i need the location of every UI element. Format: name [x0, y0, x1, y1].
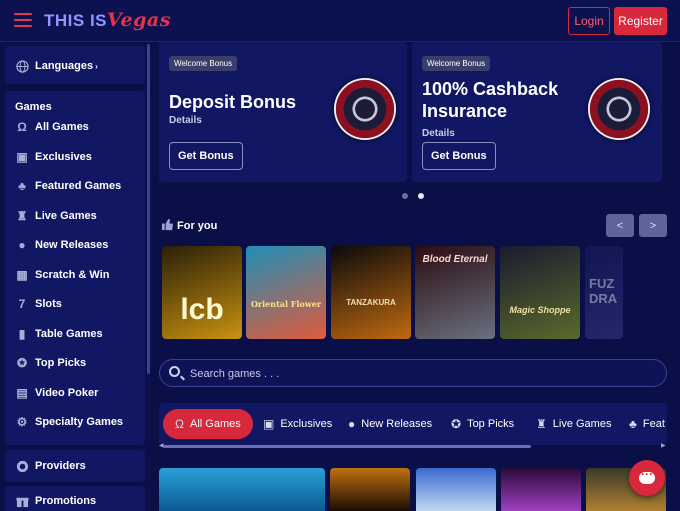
- sidebar-item-table-games[interactable]: ▮ Table Games: [15, 324, 103, 344]
- medal-icon: ✪: [451, 417, 462, 431]
- menu-icon[interactable]: [14, 13, 32, 27]
- carousel-next-button[interactable]: >: [639, 214, 667, 237]
- languages-selector[interactable]: Languages ›: [15, 56, 98, 76]
- sidebar-item-top-picks[interactable]: ✪ Top Picks: [15, 353, 86, 373]
- sidebar-item-live-games[interactable]: ♜ Live Games: [15, 206, 97, 226]
- thumbs-up-icon: [161, 218, 174, 234]
- gift-icon: [15, 494, 29, 508]
- game-thumbnail[interactable]: Magic Shoppe: [500, 246, 580, 339]
- sidebar-item-promotions[interactable]: Promotions: [15, 491, 96, 511]
- exclusive-icon: ▣: [263, 417, 275, 431]
- live-dealer-icon: ♜: [536, 417, 547, 431]
- category-tab-all-games[interactable]: Ω All Games: [163, 409, 253, 439]
- games-heading: Games: [15, 101, 52, 113]
- medal-icon: ✪: [16, 356, 28, 370]
- live-chat-button[interactable]: [629, 460, 665, 496]
- category-tab-top-picks[interactable]: ✪ Top Picks: [451, 409, 514, 439]
- chat-icon: [639, 467, 655, 484]
- login-button[interactable]: Login: [568, 7, 610, 35]
- category-tabs: Ω All Games ▣ Exclusives ● New Releases ✪ Top P…: [159, 403, 667, 445]
- sidebar-item-specialty-games[interactable]: ⚙ Specialty Games: [15, 412, 123, 432]
- for-you-heading: For you: [177, 220, 218, 232]
- table-games-icon: ▮: [18, 326, 26, 341]
- search-icon: [169, 366, 180, 377]
- clover-icon: ♣: [629, 417, 637, 431]
- category-tab-live-games[interactable]: ♜ Live Games: [536, 409, 611, 439]
- live-dealer-icon: ♜: [16, 208, 28, 223]
- game-thumbnail[interactable]: lcb: [162, 246, 242, 339]
- category-tab-exclusives[interactable]: ▣ Exclusives: [263, 409, 332, 439]
- carousel-dot-2[interactable]: [418, 193, 424, 199]
- scratch-card-icon: ▦: [16, 267, 28, 282]
- sidebar: Languages › Games Ω All Games ▣ Exclusives ♣…: [0, 42, 152, 511]
- game-thumbnail[interactable]: [501, 468, 581, 511]
- scroll-right-icon[interactable]: ▶: [661, 442, 666, 449]
- category-scrollbar[interactable]: [163, 445, 531, 448]
- category-tab-new-releases[interactable]: ● New Releases: [348, 409, 432, 439]
- register-button[interactable]: Register: [614, 7, 667, 35]
- gear-icon: ⚙: [16, 415, 28, 429]
- welcome-bonus-tag: Welcome Bonus: [169, 56, 238, 71]
- game-thumbnail[interactable]: Oriental Flower: [246, 246, 326, 339]
- games-panel: Games Ω All Games ▣ Exclusives ♣ Featured Gam…: [5, 91, 145, 445]
- welcome-bonus-tag: Welcome Bonus: [422, 56, 491, 71]
- game-title: Oriental Flower: [250, 299, 322, 309]
- banner-details-link[interactable]: Details: [169, 115, 202, 126]
- sidebar-item-scratch-win[interactable]: ▦ Scratch & Win: [15, 265, 109, 285]
- cherries-icon: ●: [348, 417, 356, 431]
- get-bonus-button[interactable]: Get Bonus: [169, 142, 243, 170]
- video-poker-icon: ▤: [16, 385, 28, 400]
- roulette-wheel-icon: [588, 78, 650, 140]
- top-bar: THIS ISVegas Login Register: [0, 0, 680, 42]
- seven-icon: 7: [18, 297, 26, 311]
- banner-cashback-insurance[interactable]: Welcome Bonus 100% Cashback Insurance De…: [412, 42, 662, 182]
- horseshoe-icon: Ω: [17, 120, 27, 134]
- sidebar-item-video-poker[interactable]: ▤ Video Poker: [15, 383, 98, 403]
- sidebar-item-slots[interactable]: 7 Slots: [15, 294, 62, 314]
- globe-icon: [15, 59, 29, 73]
- chip-icon: [15, 459, 29, 473]
- banner-title: 100% Cashback Insurance: [422, 79, 559, 121]
- chevron-right-icon: ›: [95, 61, 98, 71]
- banner-title: Deposit Bonus: [169, 92, 297, 112]
- cherries-icon: ●: [18, 238, 26, 252]
- banner-deposit-bonus[interactable]: Welcome Bonus Deposit Bonus Details Get …: [159, 42, 407, 182]
- carousel-dot-1[interactable]: [402, 193, 408, 199]
- exclusive-icon: ▣: [16, 149, 28, 164]
- game-title: Blood Eternal: [422, 254, 488, 265]
- category-tab-feat[interactable]: ♣ Feat: [629, 409, 665, 439]
- game-thumbnail[interactable]: [416, 468, 496, 511]
- game-thumbnail[interactable]: [159, 468, 325, 511]
- sidebar-item-exclusives[interactable]: ▣ Exclusives: [15, 147, 92, 167]
- game-title: lcb: [180, 293, 224, 326]
- banner-details-link[interactable]: Details: [422, 128, 455, 139]
- sidebar-item-new-releases[interactable]: ● New Releases: [15, 235, 108, 255]
- promotions-panel: Promotions: [5, 486, 145, 511]
- horseshoe-icon: Ω: [175, 417, 184, 431]
- roulette-wheel-icon: [334, 78, 396, 140]
- sidebar-item-providers[interactable]: Providers: [15, 456, 86, 476]
- game-title: Magic Shoppe: [509, 305, 571, 315]
- carousel-prev-button[interactable]: <: [606, 214, 634, 237]
- providers-panel: Providers: [5, 450, 145, 482]
- game-thumbnail[interactable]: [330, 468, 410, 511]
- get-bonus-button[interactable]: Get Bonus: [422, 142, 496, 170]
- game-thumbnail[interactable]: TANZAKURA: [331, 246, 411, 339]
- game-thumbnail[interactable]: FUZ DRA: [585, 246, 623, 339]
- game-title: TANZAKURA: [346, 298, 396, 307]
- search-bar[interactable]: [159, 359, 667, 387]
- languages-panel: Languages ›: [5, 46, 145, 84]
- sidebar-scrollbar[interactable]: [147, 44, 150, 374]
- search-input[interactable]: [190, 365, 650, 383]
- clover-icon: ♣: [18, 179, 26, 193]
- site-logo[interactable]: THIS ISVegas: [44, 9, 171, 31]
- sidebar-item-all-games[interactable]: Ω All Games: [15, 117, 89, 137]
- game-title: FUZ DRA: [589, 276, 618, 306]
- sidebar-item-featured-games[interactable]: ♣ Featured Games: [15, 176, 121, 196]
- game-thumbnail[interactable]: Blood Eternal: [415, 246, 495, 339]
